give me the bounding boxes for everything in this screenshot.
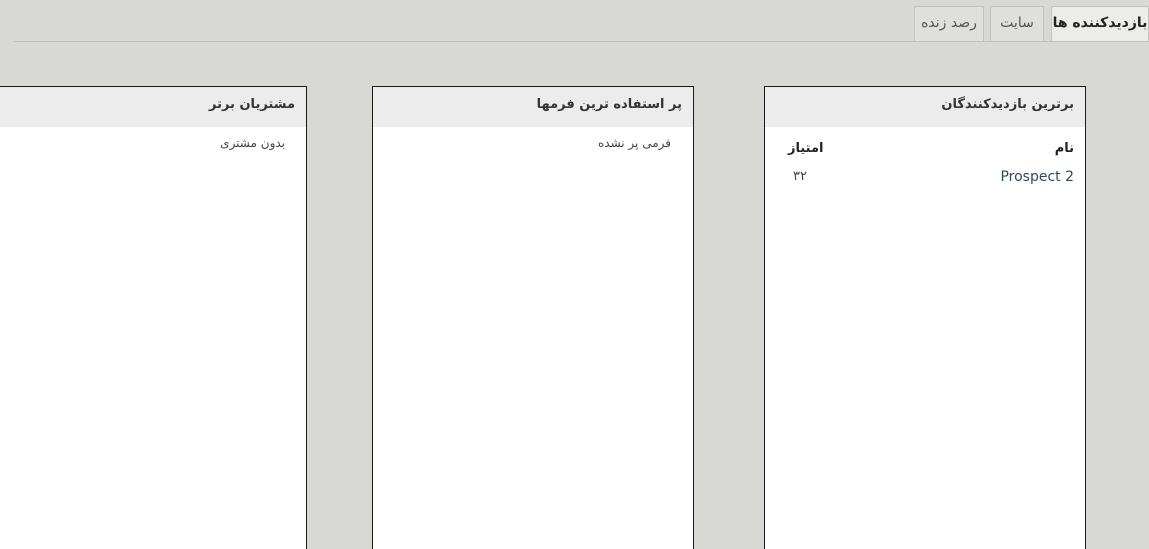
top-visitors-panel: برترین بازدیدکنندگان نام امتیاز Prospect… (764, 86, 1086, 549)
panel-title: پر استفاده ترین فرمها (373, 87, 693, 127)
table-header-row: نام امتیاز (765, 140, 1085, 168)
column-header-score: امتیاز (788, 141, 824, 156)
tab-live-monitoring[interactable]: رصد زنده (914, 6, 984, 41)
tab-visitors[interactable]: بازدیدکننده ها (1051, 6, 1149, 42)
empty-state-text: بدون مشتری (220, 136, 285, 150)
tab-site[interactable]: سایت (990, 6, 1044, 41)
visitor-score: ۳۲ (793, 169, 807, 184)
panel-title: مشتریان برتر (0, 87, 306, 127)
top-customers-panel: مشتریان برتر بدون مشتری (0, 86, 307, 549)
top-forms-panel: پر استفاده ترین فرمها فرمی پر نشده (372, 86, 694, 549)
column-header-name: نام (1054, 141, 1074, 156)
empty-state-text: فرمی پر نشده (597, 136, 671, 150)
dashboard: بازدیدکننده ها سایت رصد زنده برترین بازد… (0, 0, 1149, 549)
table-row: Prospect 2 ۳۲ (765, 168, 1085, 196)
tab-bar-divider (14, 41, 1149, 42)
visitors-table: نام امتیاز Prospect 2 ۳۲ (765, 140, 1085, 196)
visitor-name-link[interactable]: Prospect 2 (1000, 168, 1074, 186)
panel-title: برترین بازدیدکنندگان (765, 87, 1085, 127)
